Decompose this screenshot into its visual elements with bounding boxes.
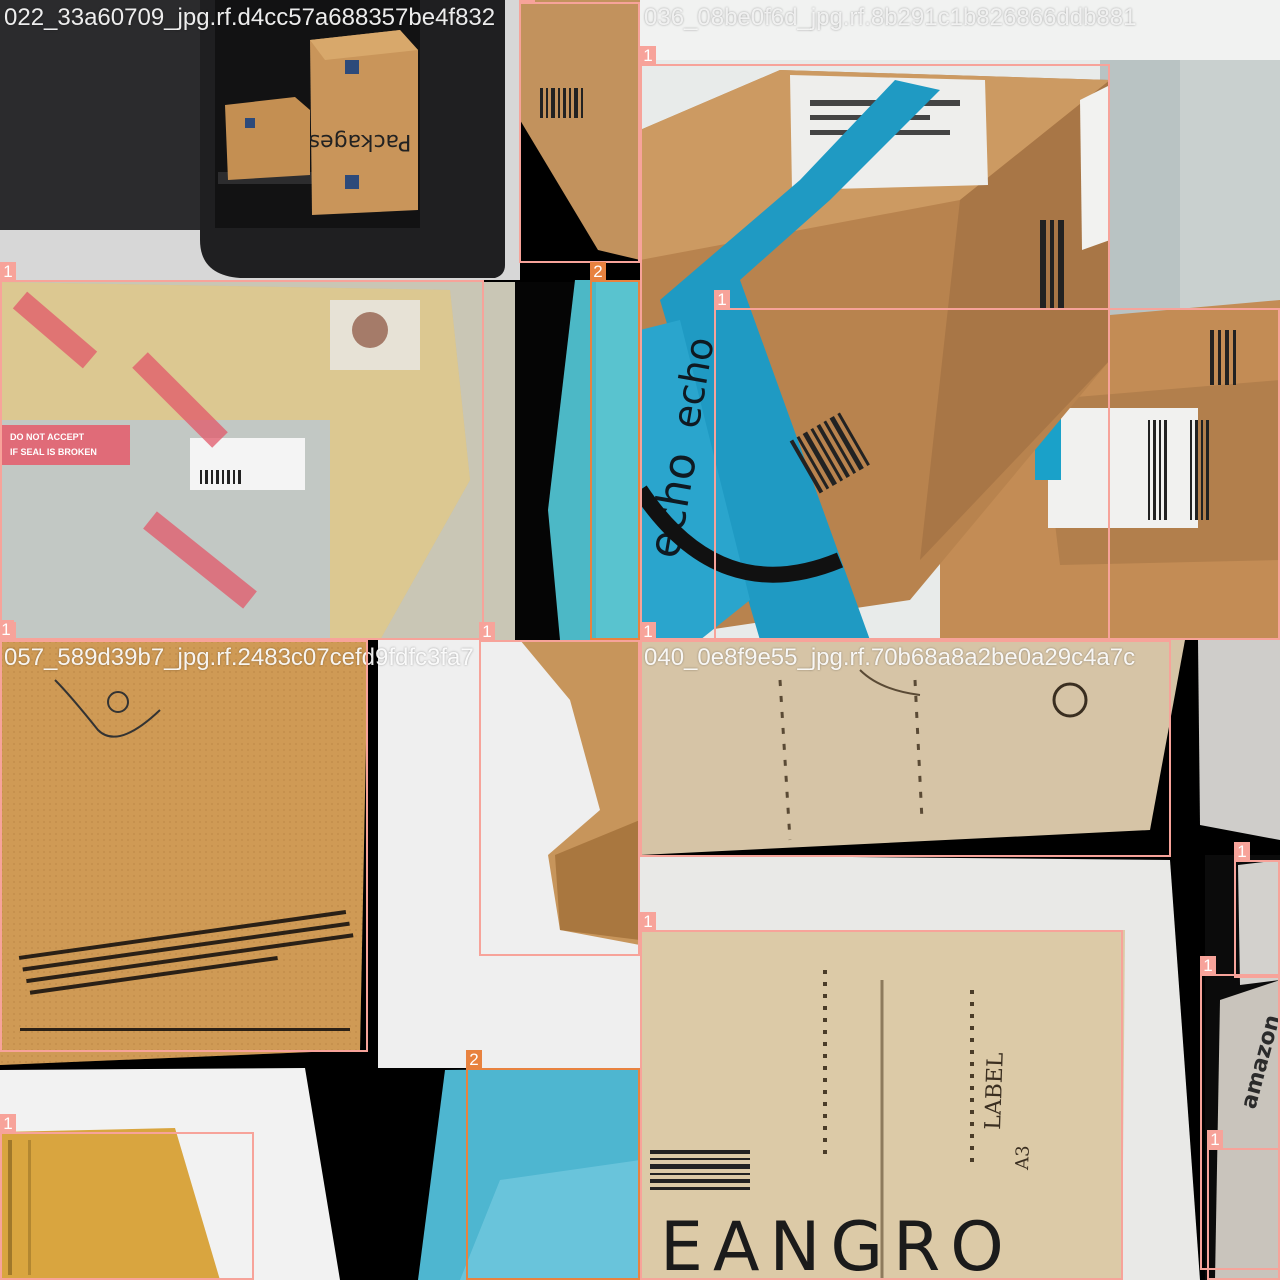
do-not-accept-text: DO NOT ACCEPT xyxy=(10,432,85,442)
brand-fragment-text: EANGRO xyxy=(660,1208,1014,1280)
tile-bottom-left: 057_589d39b7_jpg.rf.2483c07cefd9fdfc3fa7 xyxy=(0,640,640,1280)
augmented-image-mosaic: Packages DO NOT ACCEPT IF SEAL IS BROKEN… xyxy=(0,0,1280,1280)
tile-bottom-left-photo xyxy=(0,640,640,1280)
tile-bottom-right-photo: LABEL A3 EANGRO amazon xyxy=(640,640,1280,1280)
packages-label: Packages xyxy=(309,129,412,154)
label-size-text: A3 xyxy=(1012,1145,1034,1171)
tile-top-left-photo: Packages DO NOT ACCEPT IF SEAL IS BROKEN xyxy=(0,0,640,640)
tile-top-right: echo echo 036_08be0f6d_jpg.rf.8b291c1b82… xyxy=(640,0,1280,640)
tile-top-left: Packages DO NOT ACCEPT IF SEAL IS BROKEN… xyxy=(0,0,640,640)
tile-bottom-right: LABEL A3 EANGRO amazon 040_0e8f9e55_jpg.… xyxy=(640,640,1280,1280)
seal-broken-text: IF SEAL IS BROKEN xyxy=(10,447,97,457)
label-word-text: LABEL xyxy=(981,1052,1009,1131)
tile-top-right-photo: echo echo xyxy=(640,0,1280,640)
